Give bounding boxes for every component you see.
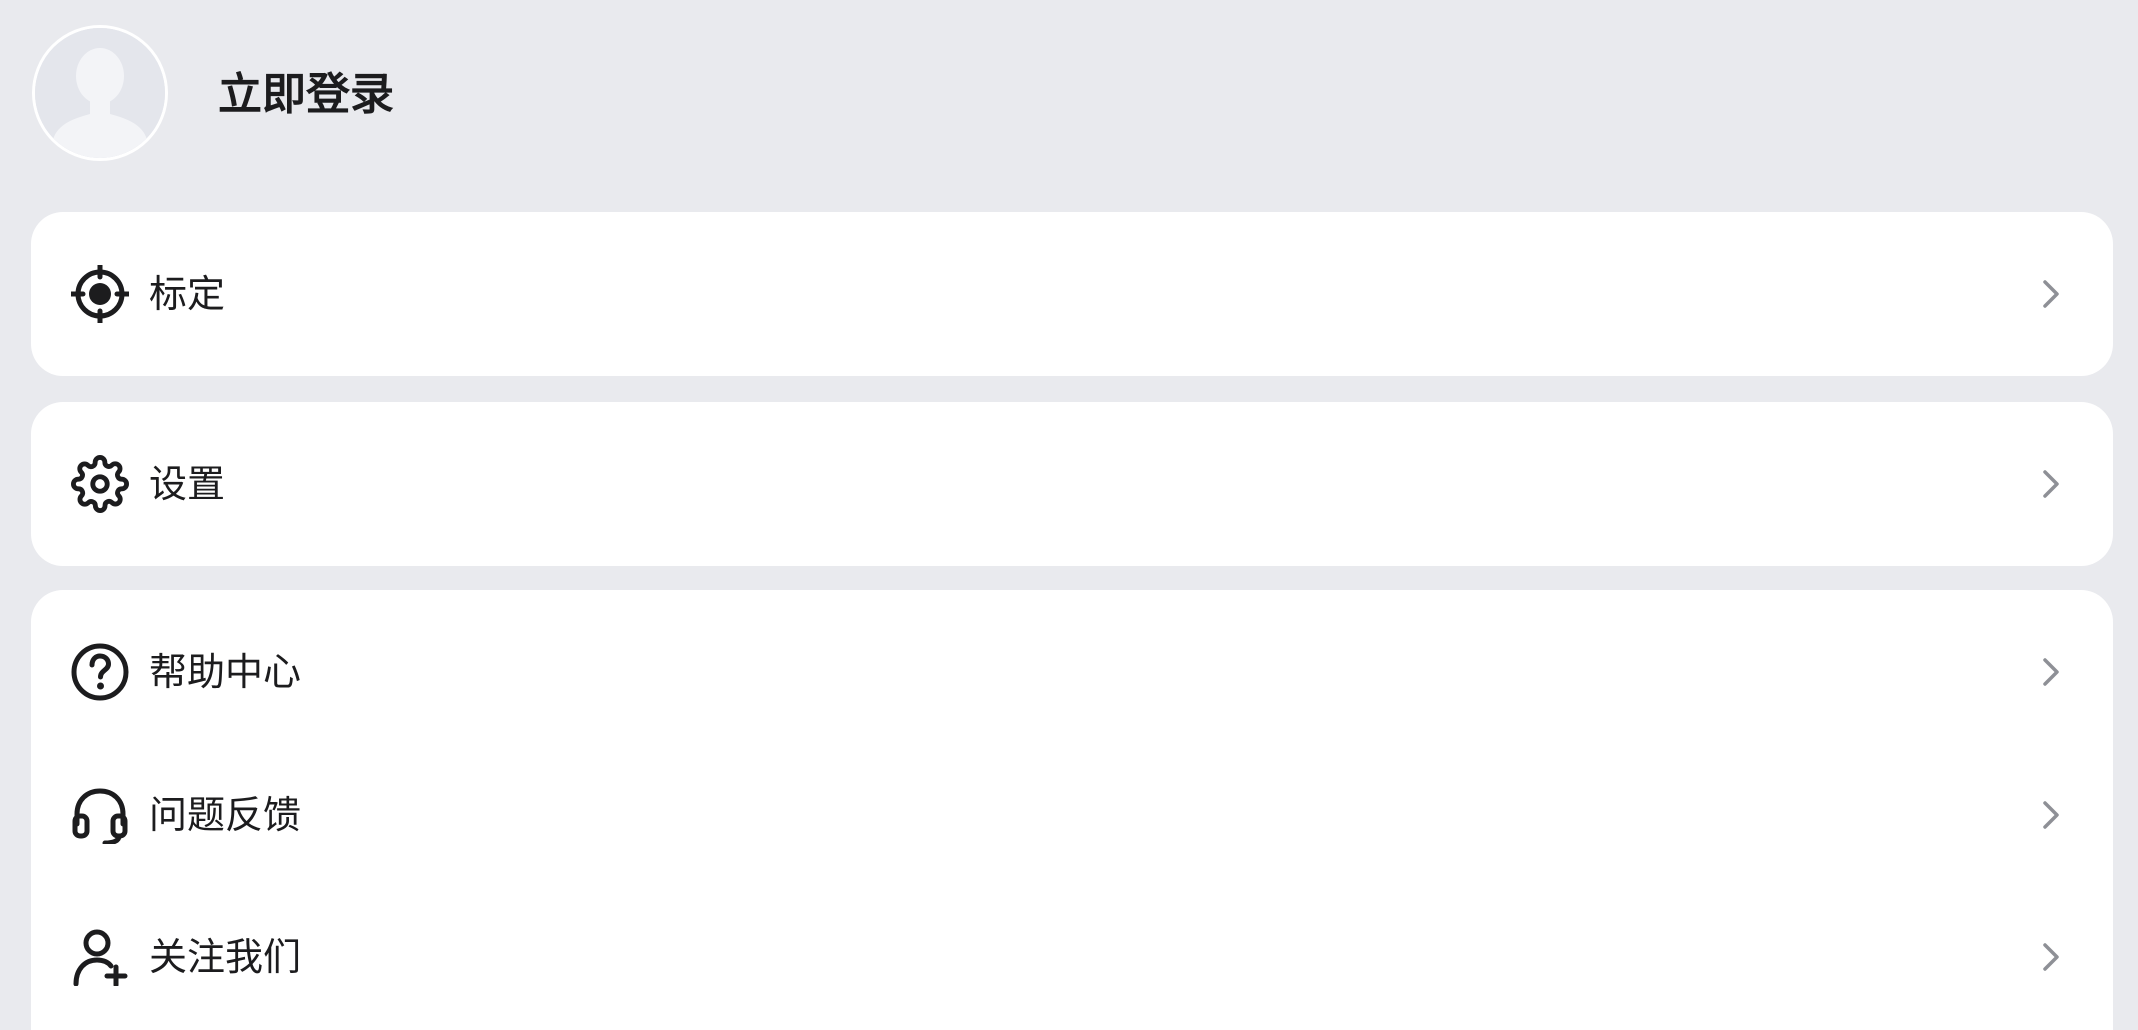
- menu-item-help-center[interactable]: 帮助中心: [31, 612, 2113, 732]
- default-user-silhouette-icon: [35, 28, 165, 158]
- menu-item-label: 帮助中心: [149, 650, 302, 694]
- crosshair-icon: [71, 265, 129, 323]
- settings-card: 设置: [31, 402, 2113, 566]
- headset-icon: [71, 786, 129, 844]
- chevron-right-icon: [2039, 939, 2063, 975]
- gear-icon: [71, 455, 129, 513]
- calibrate-card: 标定: [31, 212, 2113, 376]
- user-plus-icon: [71, 928, 129, 986]
- chevron-right-icon: [2039, 276, 2063, 312]
- login-link[interactable]: 立即登录: [218, 60, 394, 130]
- menu-item-feedback[interactable]: 问题反馈: [31, 755, 2113, 875]
- menu-item-label: 问题反馈: [149, 793, 302, 837]
- chevron-right-icon: [2039, 466, 2063, 502]
- menu-item-follow-us[interactable]: 关注我们: [31, 897, 2113, 1017]
- chevron-right-icon: [2039, 797, 2063, 833]
- menu-item-label: 标定: [149, 272, 226, 316]
- menu-item-settings[interactable]: 设置: [31, 424, 2113, 544]
- chevron-right-icon: [2039, 654, 2063, 690]
- support-card: 帮助中心 问题反馈 关注我们: [31, 590, 2113, 1030]
- menu-item-label: 关注我们: [149, 935, 302, 979]
- question-circle-icon: [71, 643, 129, 701]
- menu-item-calibrate[interactable]: 标定: [31, 234, 2113, 354]
- profile-header: 立即登录: [0, 0, 2138, 212]
- avatar[interactable]: [32, 25, 168, 161]
- menu-item-label: 设置: [149, 462, 226, 506]
